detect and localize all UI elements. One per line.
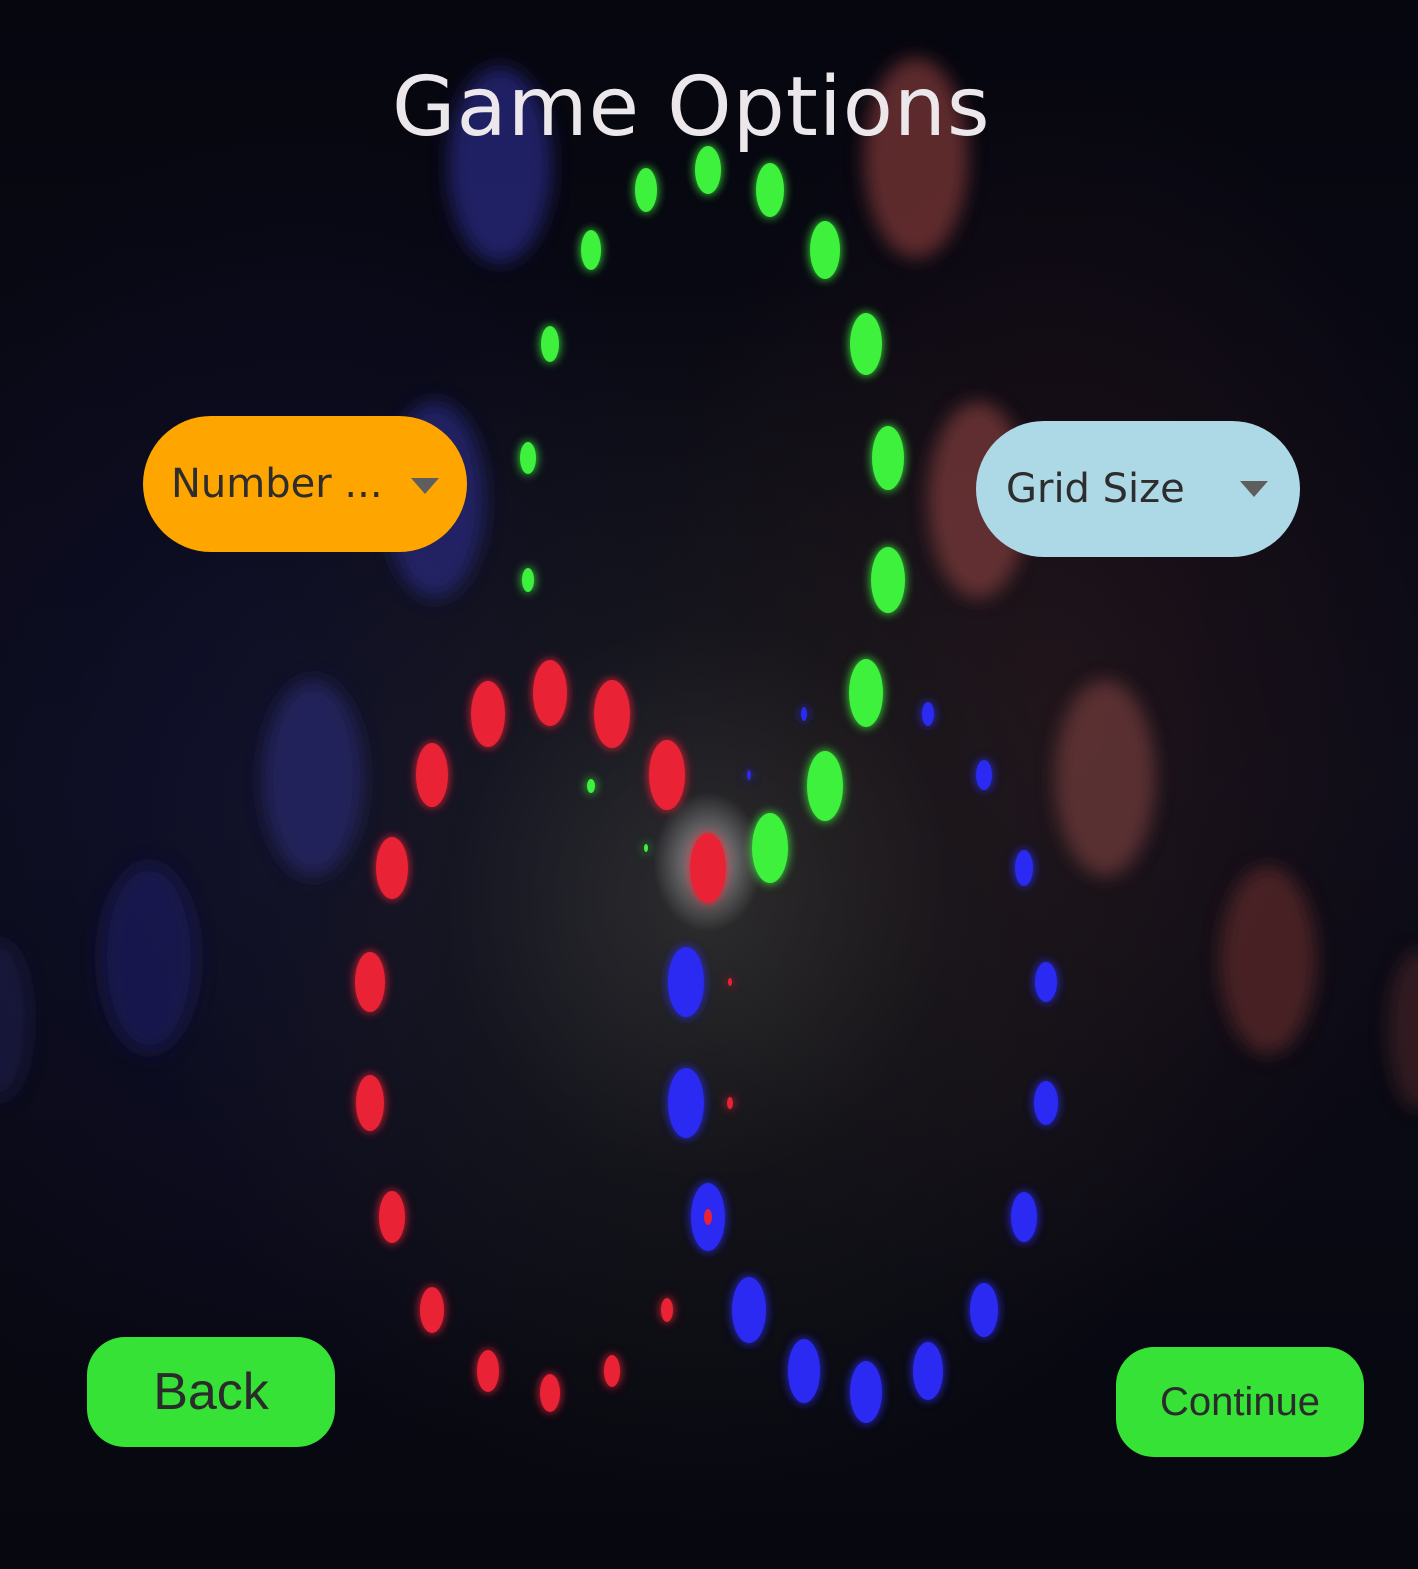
spinner-dots-artwork	[355, 146, 1058, 1423]
number-of-players-dropdown-label: Number ...	[171, 461, 383, 507]
chevron-down-icon	[1240, 481, 1268, 497]
game-options-screen: Game Options Number ... Grid Size Back C…	[0, 0, 1418, 1569]
chevron-down-icon	[411, 478, 439, 494]
continue-button[interactable]: Continue	[1116, 1347, 1364, 1457]
grid-size-dropdown[interactable]: Grid Size	[976, 421, 1300, 557]
back-button[interactable]: Back	[87, 1337, 335, 1447]
grid-size-dropdown-label: Grid Size	[1006, 466, 1185, 512]
page-title: Game Options	[392, 60, 991, 155]
number-of-players-dropdown[interactable]: Number ...	[143, 416, 467, 552]
